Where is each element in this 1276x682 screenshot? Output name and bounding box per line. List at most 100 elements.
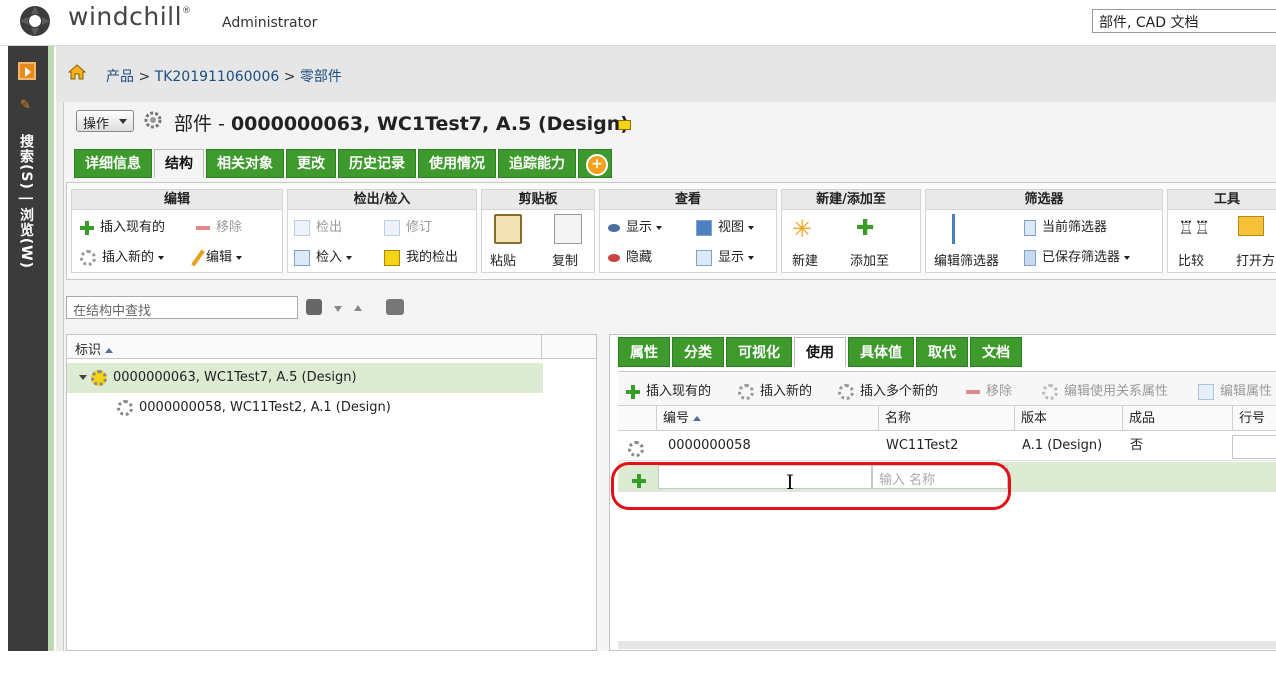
- filter-icon: [1024, 219, 1036, 236]
- structure-tree: 标识 0000000063, WC1Test7, A.5 (Design) 00…: [66, 334, 597, 651]
- expand-navigator-icon[interactable]: [18, 62, 36, 80]
- structure-search-input[interactable]: 在结构中查找: [66, 296, 298, 319]
- pencil-icon: [191, 248, 205, 267]
- tab-changes[interactable]: 更改: [286, 149, 336, 178]
- find-binoculars-icon[interactable]: [306, 299, 322, 315]
- tab-occurrences[interactable]: 具体值: [848, 337, 914, 367]
- note-icon[interactable]: [618, 120, 631, 130]
- compare-button[interactable]: 比较: [1178, 250, 1204, 269]
- tab-related-objects[interactable]: 相关对象: [206, 149, 284, 178]
- remove-button[interactable]: 移除: [196, 216, 242, 235]
- highlight-annotation: [611, 462, 1011, 510]
- table-row[interactable]: 0000000058 WC11Test2 A.1 (Design) 否: [618, 431, 1276, 461]
- my-checkouts-button[interactable]: 我的检出: [384, 246, 458, 266]
- folder-icon[interactable]: [1238, 216, 1264, 236]
- edit-filter-button[interactable]: 编辑筛选器: [934, 250, 999, 269]
- tree-column-header[interactable]: 标识: [67, 335, 596, 359]
- ribbon-group-view: 查看 显示 视图 隐藏 显示: [599, 189, 777, 273]
- revise-button[interactable]: 修订: [384, 216, 432, 236]
- checkin-button[interactable]: 检入: [294, 246, 353, 266]
- tree-row[interactable]: 0000000063, WC1Test7, A.5 (Design): [67, 363, 543, 393]
- display-icon: [696, 249, 712, 266]
- uses-insert-new-button[interactable]: 插入新的: [738, 380, 812, 400]
- open-in-button[interactable]: 打开方: [1236, 250, 1275, 269]
- gear-icon: [1042, 383, 1058, 400]
- current-filter-button[interactable]: 当前筛选器: [1024, 216, 1107, 236]
- column-line-number[interactable]: 行号: [1232, 406, 1276, 431]
- compare-icon[interactable]: ♖♖: [1178, 214, 1210, 244]
- add-to-icon[interactable]: ✚: [856, 214, 884, 244]
- uses-insert-existing-button[interactable]: 插入现有的: [626, 380, 711, 399]
- tab-attributes[interactable]: 属性: [618, 337, 670, 367]
- user-role: Administrator: [222, 15, 318, 31]
- column-version[interactable]: 版本: [1014, 406, 1122, 431]
- navigation-tab[interactable]: 导航: [16, 668, 56, 682]
- tab-replacements[interactable]: 取代: [916, 337, 968, 367]
- tab-documents[interactable]: 文档: [970, 337, 1022, 367]
- copy-button[interactable]: 复制: [552, 250, 578, 269]
- find-all-icon[interactable]: [386, 299, 404, 315]
- find-next-icon[interactable]: [334, 306, 342, 312]
- gear-icon: [80, 249, 96, 266]
- tab-uses[interactable]: 使用: [794, 337, 846, 367]
- breadcrumb-item-product[interactable]: 产品: [106, 69, 134, 85]
- tab-details[interactable]: 详细信息: [74, 149, 152, 178]
- checkout-icon: [294, 219, 310, 236]
- insert-new-button[interactable]: 插入新的: [80, 246, 165, 266]
- tab-classification[interactable]: 分类: [672, 337, 724, 367]
- actions-menu-button[interactable]: 操作: [76, 110, 134, 132]
- edit-filter-icon[interactable]: [952, 214, 980, 244]
- tree-row[interactable]: 0000000058, WC11Test2, A.1 (Design): [67, 393, 543, 423]
- ribbon-group-checkout: 检出/检入 检出 修订 检入 我的检出: [287, 189, 477, 273]
- ribbon-group-clipboard: 剪贴板 粘贴 复制: [481, 189, 595, 273]
- tab-structure[interactable]: 结构: [154, 149, 204, 178]
- show-button[interactable]: 显示: [608, 216, 663, 235]
- object-tabs: 详细信息 结构 相关对象 更改 历史记录 使用情况 追踪能力: [74, 149, 614, 178]
- uses-grid-header: 编号 名称 版本 成品 行号: [618, 405, 1276, 431]
- search-browse-tab[interactable]: 搜索(S) | 浏览(W): [16, 134, 36, 269]
- edit-button[interactable]: 编辑: [191, 246, 243, 267]
- paste-icon[interactable]: [494, 214, 522, 244]
- collapse-icon[interactable]: [79, 375, 87, 380]
- new-sparkle-icon[interactable]: ✳: [792, 214, 820, 244]
- column-name[interactable]: 名称: [878, 406, 1014, 431]
- view-button[interactable]: 视图: [696, 216, 755, 236]
- breadcrumb-item-folder[interactable]: 零部件: [300, 69, 342, 85]
- tab-visualization[interactable]: 可视化: [726, 337, 792, 367]
- insert-existing-button[interactable]: 插入现有的: [80, 216, 165, 235]
- cell-finished: 否: [1130, 438, 1144, 453]
- pin-icon[interactable]: ✎: [20, 98, 31, 113]
- horizontal-scrollbar[interactable]: [618, 641, 1276, 649]
- tab-where-used[interactable]: 使用情况: [418, 149, 496, 178]
- add-to-button[interactable]: 添加至: [850, 250, 889, 269]
- column-number[interactable]: 编号: [656, 406, 878, 431]
- edit-usage-attrs-button[interactable]: 编辑使用关系属性: [1042, 380, 1168, 400]
- cell-name: WC11Test2: [886, 438, 959, 453]
- part-details-content: 操作 部件 - 0000000063, WC1Test7, A.5 (Desig…: [63, 102, 1276, 651]
- copy-icon[interactable]: [554, 214, 582, 244]
- edit-attrs-button[interactable]: 编辑属性: [1198, 380, 1272, 400]
- uses-insert-multiple-button[interactable]: 插入多个新的: [838, 380, 938, 400]
- global-search-input[interactable]: 部件, CAD 文档: [1092, 9, 1276, 33]
- plus-icon: [80, 220, 94, 235]
- eye-icon: [608, 223, 620, 232]
- uses-remove-button[interactable]: 移除: [966, 380, 1012, 399]
- revise-icon: [384, 219, 400, 236]
- saved-filter-button[interactable]: 已保存筛选器: [1024, 246, 1131, 266]
- breadcrumb-item-context[interactable]: TK201911060006: [155, 69, 280, 85]
- tab-history[interactable]: 历史记录: [338, 149, 416, 178]
- cell-version: A.1 (Design): [1022, 438, 1103, 453]
- line-number-input[interactable]: [1232, 435, 1276, 459]
- info-tabs: 属性 分类 可视化 使用 具体值 取代 文档: [618, 337, 1024, 369]
- checkout-button[interactable]: 检出: [294, 216, 342, 236]
- part-gear-icon: [117, 399, 133, 416]
- find-previous-icon[interactable]: [354, 305, 362, 311]
- column-finished[interactable]: 成品: [1122, 406, 1232, 431]
- paste-button[interactable]: 粘贴: [490, 250, 516, 269]
- new-button[interactable]: 新建: [792, 250, 818, 269]
- home-icon[interactable]: [68, 64, 86, 80]
- tab-traceability[interactable]: 追踪能力: [498, 149, 576, 178]
- display-button[interactable]: 显示: [696, 246, 755, 266]
- hide-button[interactable]: 隐藏: [608, 246, 652, 265]
- add-tab-icon[interactable]: [578, 149, 612, 178]
